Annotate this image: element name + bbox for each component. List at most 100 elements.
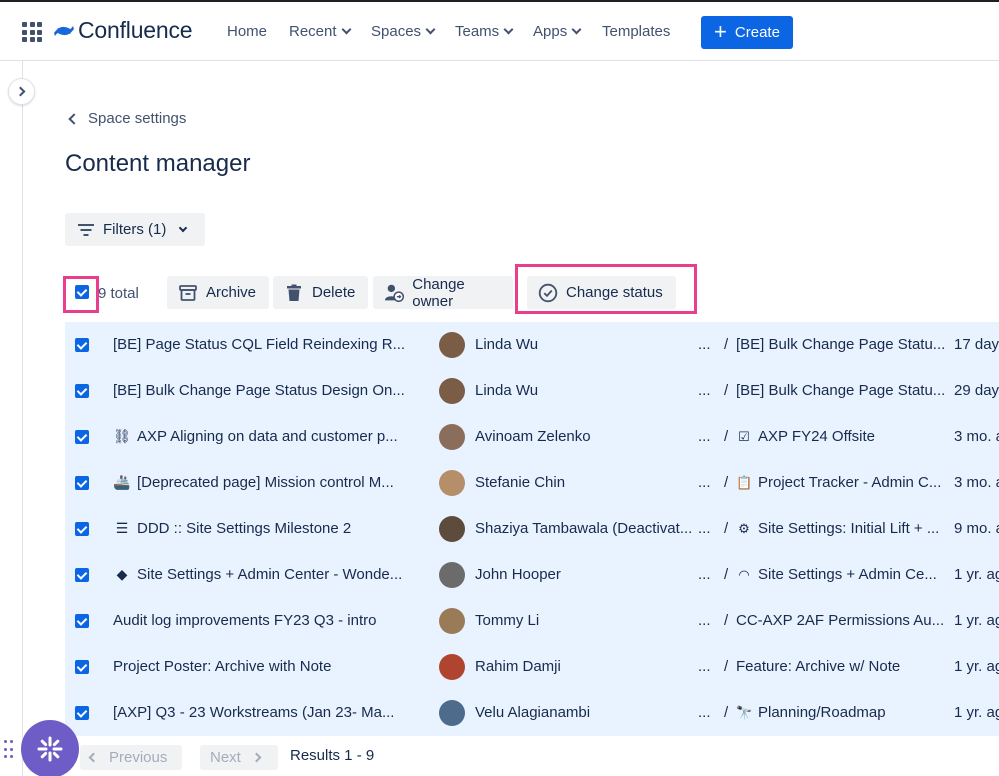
results-count: Results 1 - 9 — [290, 747, 375, 764]
owner-name[interactable]: Stefanie Chin — [475, 474, 565, 491]
page-title-text: DDD :: Site Settings Milestone 2 — [137, 520, 352, 537]
ship-icon: 🚢 — [113, 474, 131, 490]
previous-button[interactable]: Previous — [80, 745, 182, 770]
row-checkbox[interactable] — [75, 614, 89, 628]
table-row[interactable]: [AXP] Q3 - 23 Workstreams (Jan 23- Ma...… — [65, 690, 999, 736]
create-button[interactable]: + Create — [701, 16, 793, 49]
archive-label: Archive — [206, 284, 257, 301]
nav-teams[interactable]: Teams — [455, 23, 514, 40]
row-checkbox[interactable] — [75, 568, 89, 582]
path-ellipsis[interactable]: ... — [698, 566, 711, 583]
chevron-down-icon — [425, 24, 436, 35]
avatar — [439, 378, 465, 404]
row-checkbox[interactable] — [75, 430, 89, 444]
row-checkbox[interactable] — [75, 706, 89, 720]
path-ellipsis[interactable]: ... — [698, 382, 711, 399]
path-ellipsis[interactable]: ... — [698, 658, 711, 675]
change-status-button[interactable]: Change status — [527, 276, 676, 309]
page-title-text: AXP Aligning on data and customer p... — [137, 428, 398, 445]
owner-name[interactable]: Linda Wu — [475, 382, 538, 399]
table-row[interactable]: Audit log improvements FY23 Q3 - intro To… — [65, 598, 999, 644]
table-row[interactable]: Project Poster: Archive with Note Rahim D… — [65, 644, 999, 690]
parent-page-cell[interactable]: ☑ AXP FY24 Offsite — [736, 428, 875, 445]
path-ellipsis[interactable]: ... — [698, 612, 711, 629]
parent-page-cell[interactable]: Feature: Archive w/ Note — [736, 658, 900, 675]
owner-name[interactable]: Linda Wu — [475, 336, 538, 353]
parent-page-text: CC-AXP 2AF Permissions Au... — [736, 612, 945, 629]
path-ellipsis[interactable]: ... — [698, 336, 711, 353]
parent-page-text: AXP FY24 Offsite — [758, 428, 876, 445]
table-row[interactable]: ⛓ AXP Aligning on data and customer p... A… — [65, 414, 999, 460]
rovo-assistant-button[interactable] — [21, 720, 79, 776]
owner-name[interactable]: Rahim Damji — [475, 658, 561, 675]
nav-templates[interactable]: Templates — [602, 23, 670, 40]
owner-name[interactable]: Shaziya Tambawala (Deactivat... — [475, 520, 692, 537]
nav-apps[interactable]: Apps — [533, 23, 582, 40]
table-row[interactable]: ◆ Site Settings + Admin Center - Wonde...… — [65, 552, 999, 598]
page-title-cell[interactable]: [BE] Page Status CQL Field Reindexing R.… — [113, 336, 405, 353]
nav-home[interactable]: Home — [227, 23, 267, 40]
parent-page-cell[interactable]: [BE] Bulk Change Page Statu... — [736, 382, 945, 399]
shapes-icon: ◆ — [116, 566, 128, 582]
expand-sidebar-button[interactable] — [8, 78, 35, 105]
page-title-text: [AXP] Q3 - 23 Workstreams (Jan 23- Ma... — [113, 704, 395, 721]
row-checkbox[interactable] — [75, 660, 89, 674]
archive-button[interactable]: Archive — [167, 276, 269, 309]
table-row[interactable]: [BE] Page Status CQL Field Reindexing R.… — [65, 322, 999, 368]
owner-name[interactable]: Tommy Li — [475, 612, 539, 629]
confluence-logo[interactable]: Confluence — [54, 17, 193, 44]
page-title-cell[interactable]: ◆ Site Settings + Admin Center - Wonde... — [113, 566, 403, 583]
path-ellipsis[interactable]: ... — [698, 704, 711, 721]
page-title-cell[interactable]: Project Poster: Archive with Note — [113, 658, 331, 675]
path-ellipsis[interactable]: ... — [698, 428, 711, 445]
app-switcher-icon[interactable] — [22, 22, 42, 42]
table-row[interactable]: ☰ DDD :: Site Settings Milestone 2 Shaziya… — [65, 506, 999, 552]
row-checkbox[interactable] — [75, 522, 89, 536]
next-button[interactable]: Next — [200, 745, 278, 770]
parent-page-cell[interactable]: [BE] Bulk Change Page Statu... — [736, 336, 945, 353]
row-checkbox[interactable] — [75, 476, 89, 490]
table-row[interactable]: 🚢 [Deprecated page] Mission control M... S… — [65, 460, 999, 506]
archive-icon — [179, 284, 197, 301]
chevron-down-icon — [503, 24, 514, 35]
page-title-text: [BE] Page Status CQL Field Reindexing R.… — [113, 336, 406, 353]
drag-handle-icon[interactable] — [4, 740, 14, 760]
last-updated: 1 yr. ag — [954, 612, 999, 629]
nav-recent[interactable]: Recent — [289, 23, 351, 40]
page-title-cell[interactable]: ☰ DDD :: Site Settings Milestone 2 — [113, 520, 352, 537]
row-checkbox[interactable] — [75, 384, 89, 398]
filters-button[interactable]: Filters (1) — [65, 213, 205, 246]
select-all-checkbox[interactable] — [75, 285, 89, 299]
page-title-cell[interactable]: 🚢 [Deprecated page] Mission control M... — [113, 474, 394, 491]
sidebar-divider — [22, 61, 23, 776]
previous-label: Previous — [109, 749, 168, 766]
change-owner-button[interactable]: Change owner — [373, 276, 513, 310]
path-ellipsis[interactable]: ... — [698, 520, 711, 537]
parent-page-cell[interactable]: ◠ Site Settings + Admin Ce... — [736, 566, 937, 583]
last-updated: 1 yr. ag — [954, 658, 999, 675]
delete-button[interactable]: Delete — [273, 276, 368, 309]
parent-page-cell[interactable]: 📋 Project Tracker - Admin C... — [736, 474, 941, 491]
owner-name[interactable]: John Hooper — [475, 566, 561, 583]
confluence-logo-icon — [54, 25, 74, 36]
owner-name[interactable]: Avinoam Zelenko — [475, 428, 591, 445]
page-title-cell[interactable]: [AXP] Q3 - 23 Workstreams (Jan 23- Ma... — [113, 704, 394, 721]
nav-spaces[interactable]: Spaces — [371, 23, 436, 40]
page-title-cell[interactable]: Audit log improvements FY23 Q3 - intro — [113, 612, 376, 629]
parent-page-cell[interactable]: ⚙ Site Settings: Initial Lift + ... — [736, 520, 939, 537]
nav-recent-label: Recent — [289, 23, 337, 40]
clipboard-icon: 📋 — [736, 474, 753, 490]
chevron-down-icon — [179, 223, 188, 232]
page-title-text: Project Poster: Archive with Note — [113, 658, 332, 675]
row-checkbox[interactable] — [75, 338, 89, 352]
owner-name[interactable]: Velu Alagianambi — [475, 704, 590, 721]
parent-page-cell[interactable]: CC-AXP 2AF Permissions Au... — [736, 612, 944, 629]
org-chart-icon: ⛓ — [113, 428, 131, 444]
nav-teams-label: Teams — [455, 23, 500, 40]
breadcrumb[interactable]: Space settings — [68, 110, 186, 127]
page-title-cell[interactable]: ⛓ AXP Aligning on data and customer p... — [113, 428, 398, 445]
page-title-cell[interactable]: [BE] Bulk Change Page Status Design On..… — [113, 382, 405, 399]
path-ellipsis[interactable]: ... — [698, 474, 711, 491]
table-row[interactable]: [BE] Bulk Change Page Status Design On..… — [65, 368, 999, 414]
parent-page-cell[interactable]: 🔭 Planning/Roadmap — [736, 704, 886, 721]
